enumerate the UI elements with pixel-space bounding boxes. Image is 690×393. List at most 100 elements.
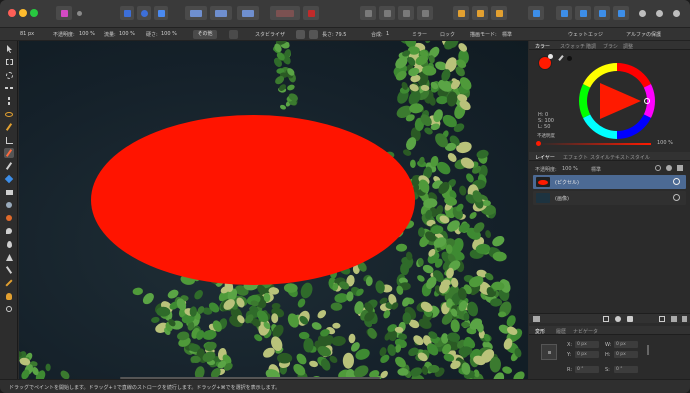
adjustment-icon[interactable]	[615, 316, 621, 322]
persona-photo-icon[interactable]	[56, 6, 72, 20]
stabilizer-length-field[interactable]: 長さ: 79.5	[322, 31, 346, 38]
brush-mode-icon[interactable]	[303, 6, 319, 20]
flip-horizontal-icon[interactable]	[556, 6, 572, 20]
flood-fill-icon[interactable]	[4, 174, 14, 184]
opacity-slider-handle-icon[interactable]	[536, 141, 541, 146]
flow-field[interactable]: 100 %	[119, 31, 135, 37]
liquify-persona-icon[interactable]	[120, 6, 134, 20]
tab-brushes[interactable]: ブラシ	[603, 43, 618, 50]
column-marquee-icon[interactable]	[4, 96, 14, 106]
flip-vertical-icon[interactable]	[575, 6, 591, 20]
w-field[interactable]: 0 px	[614, 341, 638, 348]
rotate-right-icon[interactable]	[613, 6, 629, 20]
wet-edges-toggle[interactable]: ウェットエッジ	[568, 31, 603, 38]
layer-visibility-checkbox[interactable]	[673, 178, 680, 185]
clone-icon[interactable]	[4, 213, 14, 223]
minimize-window-button[interactable]	[19, 9, 27, 17]
zoom-window-button[interactable]	[30, 9, 38, 17]
arrange-front-icon[interactable]	[453, 6, 469, 20]
tab-swatches[interactable]: スウォッチ	[560, 43, 585, 50]
quick-mask-icon[interactable]	[398, 6, 414, 20]
rope-mode-icon[interactable]	[296, 30, 305, 39]
layer-row-image[interactable]: (画像)	[533, 191, 686, 205]
live-filter-icon[interactable]	[627, 316, 633, 322]
lock-button[interactable]: ロック	[440, 31, 455, 38]
close-window-button[interactable]	[8, 9, 16, 17]
invert-selection-icon[interactable]	[379, 6, 395, 20]
selection-brush-icon[interactable]	[4, 122, 14, 132]
brush-preview-icon[interactable]	[229, 30, 238, 39]
tab-effects[interactable]: エフェクト	[563, 154, 588, 161]
smudge-icon[interactable]	[4, 226, 14, 236]
layer-blend-mode-select[interactable]: 標準	[591, 166, 601, 173]
anchor-selector[interactable]	[541, 344, 557, 360]
sharpen-icon[interactable]	[4, 252, 14, 262]
rectangle-marquee-icon[interactable]	[4, 57, 14, 67]
share-icon[interactable]	[73, 6, 86, 20]
layer-opacity-field[interactable]: 100 %	[562, 166, 578, 172]
erase-icon[interactable]	[4, 187, 14, 197]
window-mode-icon[interactable]	[309, 30, 318, 39]
rotate-left-icon[interactable]	[594, 6, 610, 20]
y-field[interactable]: 0 px	[575, 351, 599, 358]
tone-map-persona-icon[interactable]	[154, 6, 168, 20]
color-wheel[interactable]	[577, 61, 657, 141]
blend-mode-select[interactable]: 標準	[502, 31, 512, 38]
studio-icon[interactable]	[652, 6, 666, 20]
color-picker-icon[interactable]	[4, 278, 14, 288]
tab-layers[interactable]: レイヤー	[535, 154, 555, 161]
tab-history[interactable]: 履歴	[556, 328, 566, 335]
tab-color[interactable]: カラー	[535, 43, 550, 50]
row-marquee-icon[interactable]	[4, 83, 14, 93]
secondary-color-swatch[interactable]	[548, 54, 553, 59]
channel-toggle-icon[interactable]	[270, 6, 300, 20]
blur-brush-icon[interactable]	[4, 239, 14, 249]
assistant-icon[interactable]	[210, 6, 232, 20]
dodge-icon[interactable]	[4, 200, 14, 210]
opacity-field[interactable]: 100 %	[79, 31, 95, 37]
auto-levels-icon[interactable]	[237, 6, 259, 20]
eyedropper-icon[interactable]	[558, 55, 564, 61]
opacity-slider[interactable]	[539, 143, 651, 145]
snapping-icon[interactable]	[635, 6, 649, 20]
ellipse-marquee-icon[interactable]	[4, 70, 14, 80]
tab-adjustments[interactable]: 調整	[623, 43, 633, 50]
mirror-button[interactable]: ミラー	[412, 31, 427, 38]
layer-settings-icon[interactable]	[655, 165, 661, 171]
tab-styles[interactable]: スタイル	[590, 154, 610, 161]
move-tool-icon[interactable]	[4, 44, 14, 54]
brush-width-field[interactable]: 81 px	[20, 31, 34, 37]
h-field[interactable]: 0 px	[614, 351, 638, 358]
protect-alpha-toggle[interactable]: アルファの保護	[626, 31, 661, 38]
tab-navigator[interactable]: ナビゲータ	[573, 328, 598, 335]
group-icon[interactable]	[491, 6, 507, 20]
document-canvas[interactable]	[19, 41, 528, 379]
hand-tool-icon[interactable]	[4, 291, 14, 301]
blend-field[interactable]: 1	[386, 31, 389, 37]
stabilizer-toggle[interactable]: スタビライザ	[255, 31, 285, 38]
zoom-tool-icon[interactable]	[4, 304, 14, 314]
layer-stack-icon[interactable]	[533, 316, 540, 322]
view-mode-icon[interactable]	[185, 6, 207, 20]
pen-icon[interactable]	[4, 265, 14, 275]
layer-row-pixel[interactable]: (ピクセル)	[533, 175, 686, 189]
shear-field[interactable]: 0 °	[614, 366, 638, 373]
refine-icon[interactable]	[417, 6, 433, 20]
tab-text-styles[interactable]: テキストスタイル	[610, 154, 650, 161]
hardness-field[interactable]: 100 %	[161, 31, 177, 37]
develop-persona-icon[interactable]	[137, 6, 151, 20]
tab-gradient[interactable]: 階調	[586, 43, 596, 50]
group-layers-icon[interactable]	[671, 316, 677, 322]
x-field[interactable]: 0 px	[575, 341, 599, 348]
layer-visibility-icon[interactable]	[677, 165, 683, 171]
delete-layer-icon[interactable]	[682, 316, 687, 322]
red-ellipse-shape[interactable]	[19, 41, 528, 379]
crop-icon[interactable]	[4, 135, 14, 145]
add-layer-icon[interactable]	[659, 316, 665, 322]
layer-lock-icon[interactable]	[666, 165, 672, 171]
studio-presets-icon[interactable]	[669, 6, 683, 20]
more-button[interactable]: その他	[193, 30, 217, 39]
color-replacement-icon[interactable]	[4, 161, 14, 171]
align-icon[interactable]	[528, 6, 544, 20]
black-swatch[interactable]	[567, 56, 572, 61]
